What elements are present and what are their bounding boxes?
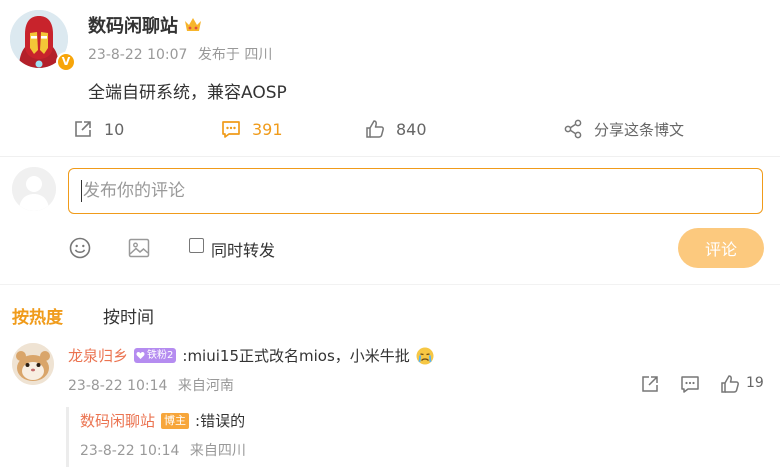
reply-location: 来自四川 bbox=[189, 443, 246, 459]
repost-button[interactable]: 10 bbox=[72, 117, 124, 141]
my-avatar bbox=[12, 167, 56, 211]
comment-like-icon[interactable] bbox=[719, 373, 741, 395]
comment-count: 391 bbox=[252, 119, 283, 139]
comment-username[interactable]: 龙泉归乡 bbox=[68, 345, 128, 366]
reply-time: 23-8-22 10:14 bbox=[80, 443, 180, 459]
post-text: 全端自研系统，兼容AOSP bbox=[88, 83, 287, 103]
like-button[interactable]: 840 bbox=[364, 117, 427, 141]
comment-time: 23-8-22 10:14 bbox=[68, 378, 168, 394]
tab-sort-hot[interactable]: 按热度 bbox=[12, 303, 63, 328]
post-location: 发布于 四川 bbox=[197, 47, 273, 63]
heart-icon bbox=[136, 352, 145, 359]
author-name[interactable]: 数码闲聊站 bbox=[88, 12, 178, 38]
divider bbox=[0, 284, 780, 285]
comment-icon bbox=[222, 121, 240, 138]
submit-comment-button[interactable]: 评论 bbox=[678, 228, 764, 268]
commenter-avatar[interactable] bbox=[12, 343, 54, 385]
repost-checkbox[interactable] bbox=[189, 238, 204, 253]
image-icon[interactable] bbox=[127, 236, 151, 260]
reply-text: :错误的 bbox=[195, 412, 246, 430]
reply-thread-line bbox=[66, 407, 69, 467]
comment-button[interactable]: 391 bbox=[220, 117, 283, 141]
tab-sort-time[interactable]: 按时间 bbox=[103, 303, 154, 328]
fan-badge: 铁粉2 bbox=[134, 348, 177, 363]
share-label: 分享这条博文 bbox=[594, 120, 685, 139]
divider bbox=[0, 156, 780, 157]
reply-username[interactable]: 数码闲聊站 bbox=[80, 410, 155, 431]
author-badge: 博主 bbox=[161, 412, 190, 429]
repost-count: 10 bbox=[104, 119, 125, 139]
reply-line: 数码闲聊站 博主 :错误的 bbox=[80, 410, 245, 431]
comment-text: :miui15正式改名mios，小米牛批 bbox=[182, 347, 410, 365]
default-avatar-icon bbox=[12, 167, 56, 211]
post-meta: 23-8-22 10:07 发布于 四川 bbox=[88, 44, 272, 64]
repost-icon bbox=[75, 121, 91, 137]
hamster-avatar-icon bbox=[12, 343, 54, 385]
crying-emoji-icon bbox=[416, 347, 434, 364]
fan-badge-label: 铁粉2 bbox=[147, 350, 174, 361]
author-name-row: 数码闲聊站 bbox=[88, 12, 202, 38]
verified-badge: V bbox=[56, 52, 76, 72]
crown-icon bbox=[185, 18, 201, 31]
text-caret bbox=[81, 180, 82, 202]
comment-input[interactable] bbox=[68, 168, 763, 214]
reply-meta: 23-8-22 10:14 来自四川 bbox=[80, 440, 246, 460]
comment-like-count: 19 bbox=[746, 375, 764, 391]
share-button[interactable]: 分享这条博文 bbox=[562, 117, 684, 141]
comment-meta: 23-8-22 10:14 来自河南 bbox=[68, 375, 234, 395]
post-time[interactable]: 23-8-22 10:07 bbox=[88, 47, 187, 63]
like-count: 840 bbox=[396, 119, 427, 139]
repost-label[interactable]: 同时转发 bbox=[211, 237, 275, 261]
comment-location: 来自河南 bbox=[177, 378, 234, 394]
emoji-icon[interactable] bbox=[68, 236, 92, 260]
thumbs-up-icon bbox=[366, 120, 384, 138]
share-icon bbox=[564, 119, 582, 139]
comment-reply-icon[interactable] bbox=[679, 373, 701, 395]
comment-line: 龙泉归乡 铁粉2 :miui15正式改名mios，小米牛批 bbox=[68, 345, 434, 366]
comment-repost-icon[interactable] bbox=[639, 373, 661, 395]
